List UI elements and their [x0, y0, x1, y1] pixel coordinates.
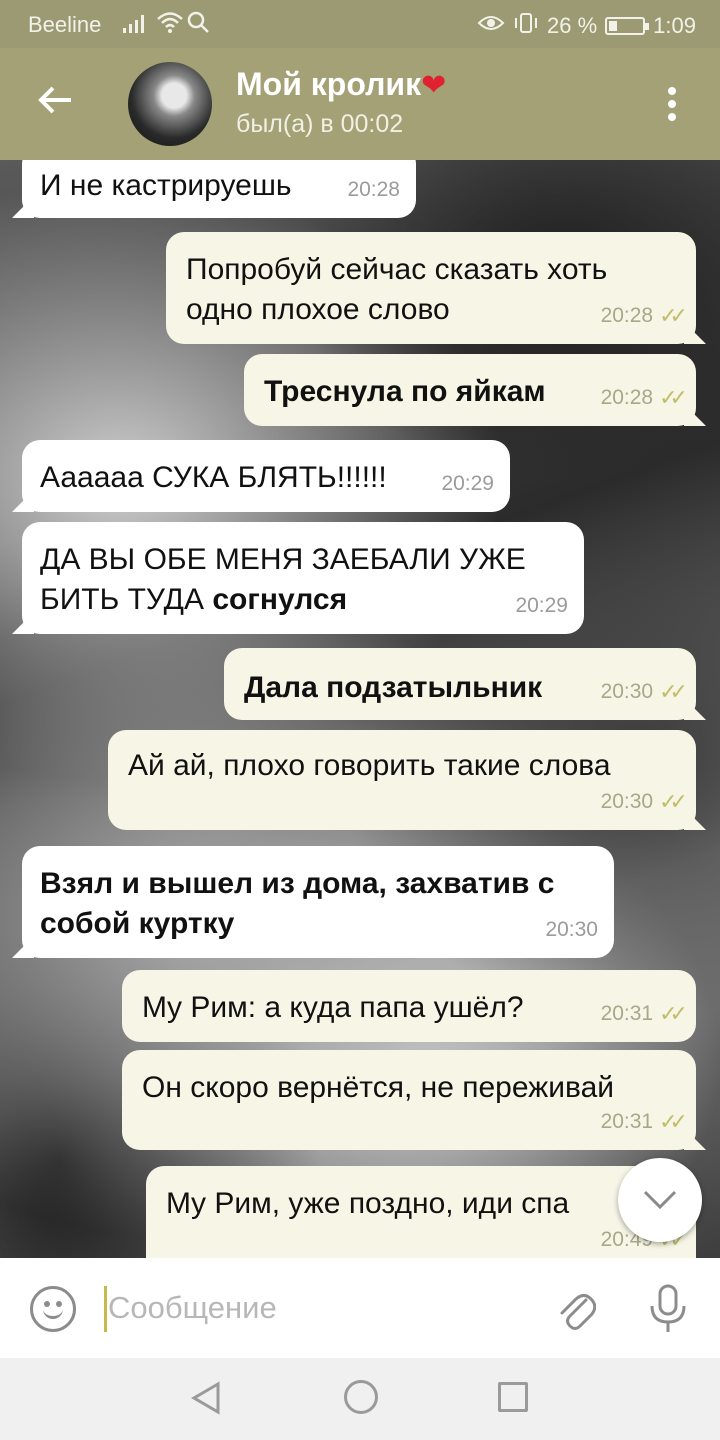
message-time: 20:31 [600, 1002, 654, 1025]
message-time: 20:29 [515, 594, 568, 617]
nav-back-icon[interactable] [188, 1380, 224, 1416]
message-time: 20:28 [600, 386, 654, 409]
message-bubble[interactable]: Попробуй сейчас сказать хоть одно плохое… [166, 232, 696, 344]
status-right: 26 % 1:09 [477, 12, 696, 40]
message-bubble[interactable]: Дала подзатыльник 20:30 ✓✓ [224, 648, 696, 720]
system-nav-bar [0, 1358, 720, 1440]
chat-header: Мой кролик❤ был(а) в 00:02 [0, 48, 720, 160]
chat-title-text: Мой кролик [236, 66, 422, 102]
paperclip-icon[interactable] [556, 1286, 597, 1332]
message-meta: 20:29 [441, 464, 494, 504]
double-check-icon: ✓✓ [659, 789, 688, 814]
message-bubble[interactable]: ДА ВЫ ОБЕ МЕНЯ ЗАЕБАЛИ УЖЕ БИТЬ ТУДА сог… [22, 522, 584, 634]
last-seen: был(а) в 00:02 [236, 110, 404, 138]
smiley-mouth [43, 1307, 63, 1319]
arrow-left-icon [38, 86, 71, 114]
message-time: 20:29 [441, 472, 494, 495]
message-meta: 20:28 [347, 170, 400, 210]
message-input-bar [0, 1258, 720, 1358]
nav-recent-icon[interactable] [498, 1382, 528, 1412]
vibrate-icon [513, 12, 539, 40]
clock: 1:09 [653, 13, 696, 38]
message-meta: 20:31 ✓✓ [600, 1102, 688, 1142]
battery-level [609, 21, 618, 31]
message-bubble[interactable]: My Рим: а куда папа ушёл? 20:31 ✓✓ [122, 970, 696, 1042]
message-bubble[interactable]: Аааааа СУКА БЛЯТЬ!!!!!! 20:29 [22, 440, 510, 512]
more-menu-button[interactable] [652, 86, 692, 126]
signal-icon [122, 12, 148, 40]
message-text: My Рим, уже поздно, иди спа [166, 1187, 570, 1220]
message-meta: 20:28 ✓✓ [600, 296, 688, 336]
message-time: 20:30 [545, 918, 598, 941]
heart-icon: ❤ [421, 69, 447, 102]
nav-home-icon[interactable] [344, 1380, 378, 1414]
message-bubble[interactable]: My Рим, уже поздно, иди спа 20:49✓✓ [146, 1166, 696, 1258]
message-bubble[interactable]: Взял и вышел из дома, захватив с собой к… [22, 846, 614, 958]
message-text: Аааааа СУКА БЛЯТЬ!!!!!! [40, 461, 387, 494]
message-bubble[interactable]: Он скоро вернётся, не переживай 20:31 ✓✓ [122, 1050, 696, 1150]
eye-icon [477, 13, 505, 39]
message-time: 20:28 [347, 178, 400, 201]
message-input[interactable] [108, 1282, 528, 1334]
smiley-icon[interactable] [30, 1286, 76, 1332]
message-text: ДА ВЫ ОБЕ МЕНЯ ЗАЕБАЛИ УЖЕ БИТЬ ТУДА сог… [40, 543, 526, 616]
message-meta: 20:31 ✓✓ [600, 994, 688, 1034]
battery-percent: 26 % [547, 13, 598, 38]
message-bubble[interactable]: Треснула по яйкам 20:28 ✓✓ [244, 354, 696, 426]
search-icon [186, 10, 210, 40]
double-check-icon: ✓✓ [659, 303, 688, 328]
chat-title[interactable]: Мой кролик❤ [236, 66, 446, 103]
chat-area[interactable]: И не кастрируешь 20:28 Попробуй сейчас с… [0, 160, 720, 1258]
message-text: Ай ай, плохо говорить такие слова [128, 749, 611, 782]
wifi-icon [156, 10, 184, 40]
chevron-down-icon [643, 1190, 677, 1210]
message-time: 20:28 [600, 304, 654, 327]
microphone-icon[interactable] [648, 1284, 688, 1334]
carrier-label: Beeline [28, 12, 102, 37]
message-bubble[interactable]: Ай ай, плохо говорить такие слова 20:30 ✓… [108, 730, 696, 830]
message-meta: 20:28 ✓✓ [600, 378, 688, 418]
battery-icon [605, 17, 650, 35]
message-bubble[interactable]: И не кастрируешь 20:28 [22, 160, 416, 218]
double-check-icon: ✓✓ [659, 1001, 688, 1026]
double-check-icon: ✓✓ [659, 679, 688, 704]
avatar[interactable] [128, 62, 212, 146]
message-text: Взял и вышел из дома, захватив с собой к… [40, 867, 555, 940]
back-button[interactable] [30, 80, 80, 130]
text-cursor [104, 1286, 107, 1332]
message-meta: 20:30 [545, 910, 598, 950]
message-meta: 20:29 [515, 586, 568, 626]
message-time: 20:30 [600, 680, 654, 703]
message-time: 20:31 [600, 1110, 654, 1133]
scroll-down-button[interactable] [618, 1158, 702, 1242]
more-vertical-icon [668, 87, 676, 121]
message-time: 20:30 [600, 790, 654, 813]
message-meta: 20:30 ✓✓ [600, 672, 688, 712]
double-check-icon: ✓✓ [659, 385, 688, 410]
status-bar: Beeline 26 % 1:09 [0, 0, 720, 48]
message-meta: 20:30 ✓✓ [600, 782, 688, 822]
double-check-icon: ✓✓ [659, 1109, 688, 1134]
